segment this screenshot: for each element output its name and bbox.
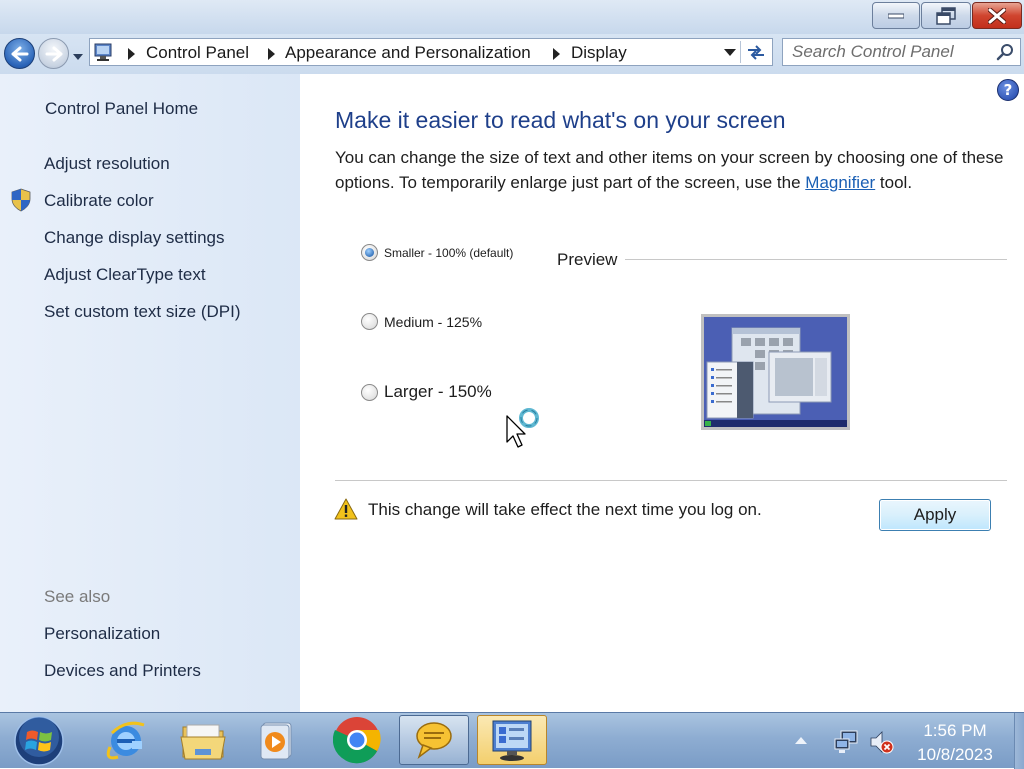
preview-divider <box>625 259 1007 260</box>
start-button[interactable] <box>8 713 70 769</box>
taskbar-control-panel[interactable] <box>477 715 547 765</box>
clock-date[interactable]: 10/8/2023 <box>905 745 1005 765</box>
option-larger[interactable]: Larger - 150% <box>361 382 492 402</box>
network-icon[interactable] <box>833 729 859 755</box>
speech-bubble-icon <box>416 722 452 760</box>
radio-larger[interactable] <box>361 383 378 401</box>
help-icon[interactable]: ? <box>997 79 1019 101</box>
arrow-left-icon <box>11 46 28 61</box>
section-divider <box>335 480 1007 481</box>
crumb-separator-icon[interactable] <box>128 48 135 60</box>
taskbar-media-player[interactable] <box>240 715 310 765</box>
taskbar-windows-explorer[interactable] <box>168 715 238 765</box>
sidebar-link-devices-printers[interactable]: Devices and Printers <box>44 661 201 681</box>
restore-button[interactable] <box>921 2 971 29</box>
option-larger-label: Larger - 150% <box>384 382 492 401</box>
magnifier-link[interactable]: Magnifier <box>805 173 875 192</box>
crumb-separator-icon[interactable] <box>268 48 275 60</box>
option-medium-label: Medium - 125% <box>384 313 483 330</box>
page-title: Make it easier to read what's on your sc… <box>335 107 786 133</box>
close-button[interactable] <box>972 2 1022 29</box>
search-icon[interactable] <box>996 43 1014 61</box>
back-button[interactable] <box>4 38 35 69</box>
sidebar-link-change-display-settings[interactable]: Change display settings <box>44 228 225 248</box>
sidebar-link-calibrate-color[interactable]: Calibrate color <box>44 191 154 211</box>
control-panel-icon <box>492 720 532 761</box>
taskbar: 1:56 PM 10/8/2023 <box>0 712 1024 769</box>
option-smaller[interactable]: Smaller - 100% (default) <box>361 244 513 261</box>
shield-icon <box>11 188 31 212</box>
show-desktop-button[interactable] <box>1014 713 1024 769</box>
windows-start-icon <box>14 716 64 766</box>
volume-muted-icon[interactable] <box>868 729 894 755</box>
taskbar-google-chrome[interactable] <box>322 715 392 765</box>
recent-pages-dropdown[interactable] <box>72 48 84 60</box>
search-input[interactable] <box>783 39 997 65</box>
refresh-icon <box>748 45 764 60</box>
refresh-button[interactable] <box>740 41 771 63</box>
forward-button[interactable] <box>38 38 69 69</box>
title-bar <box>0 0 1024 34</box>
chrome-icon <box>333 717 381 764</box>
description-text-end: tool. <box>875 173 913 192</box>
media-player-icon <box>260 722 292 760</box>
taskbar-internet-explorer[interactable] <box>90 715 160 765</box>
address-dropdown-icon[interactable] <box>724 49 736 56</box>
minimize-icon <box>888 13 904 18</box>
logon-warning-text: This change will take effect the next ti… <box>368 500 762 519</box>
sidebar-link-adjust-cleartype[interactable]: Adjust ClearType text <box>44 265 206 285</box>
option-medium[interactable]: Medium - 125% <box>361 313 482 330</box>
radio-smaller[interactable] <box>361 244 378 261</box>
restore-icon <box>936 6 956 25</box>
folder-icon <box>180 724 226 760</box>
sidebar-link-personalization[interactable]: Personalization <box>44 624 160 644</box>
close-icon <box>988 7 1006 24</box>
sidebar-link-control-panel-home[interactable]: Control Panel Home <box>45 99 198 119</box>
address-bar[interactable]: Control Panel Appearance and Personaliza… <box>89 38 773 66</box>
arrow-right-icon <box>45 46 62 61</box>
page-description: You can change the size of text and othe… <box>335 145 1005 195</box>
radio-medium[interactable] <box>361 313 378 330</box>
chevron-down-icon <box>73 54 83 60</box>
breadcrumb-appearance[interactable]: Appearance and Personalization <box>285 43 531 63</box>
option-smaller-label: Smaller - 100% (default) <box>384 245 514 260</box>
sidebar-link-custom-text-size[interactable]: Set custom text size (DPI) <box>44 302 241 322</box>
internet-explorer-icon <box>106 721 145 760</box>
crumb-separator-icon[interactable] <box>553 48 560 60</box>
see-also-heading: See also <box>44 587 111 606</box>
control-panel-icon <box>94 43 112 61</box>
apply-button[interactable]: Apply <box>879 499 991 531</box>
clock-time[interactable]: 1:56 PM <box>905 721 1005 741</box>
preview-image <box>701 314 850 430</box>
minimize-button[interactable] <box>872 2 920 29</box>
busy-cursor-icon <box>506 408 539 448</box>
task-pane: Control Panel Home Adjust resolution Cal… <box>0 74 300 712</box>
breadcrumb-display[interactable]: Display <box>571 43 627 63</box>
sidebar-link-adjust-resolution[interactable]: Adjust resolution <box>44 154 170 174</box>
search-box[interactable] <box>782 38 1021 66</box>
taskbar-messenger[interactable] <box>399 715 469 765</box>
warning-icon <box>334 498 358 520</box>
main-content: ? Make it easier to read what's on your … <box>300 74 1024 712</box>
breadcrumb-control-panel[interactable]: Control Panel <box>146 43 249 63</box>
preview-label: Preview <box>557 250 618 269</box>
show-hidden-icons-button[interactable] <box>795 737 807 744</box>
